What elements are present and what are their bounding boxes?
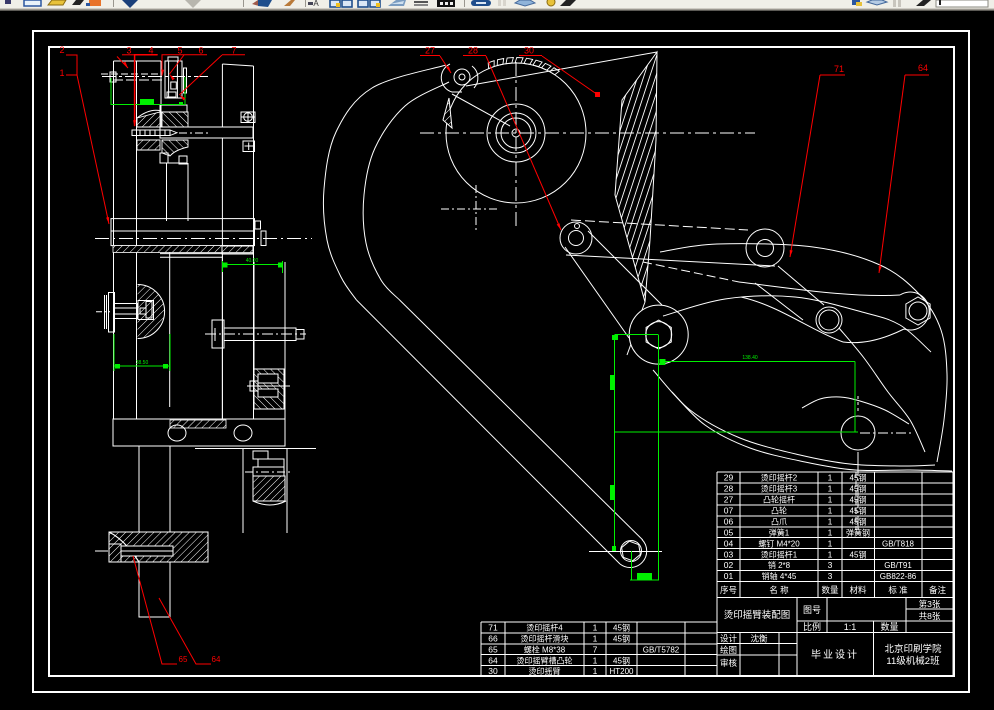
svg-text:2: 2 [59,45,64,55]
svg-text:45钢: 45钢 [850,516,867,526]
svg-text:45钢: 45钢 [850,495,867,505]
svg-text:6: 6 [198,46,203,56]
svg-text:烫印摇臂装配图: 烫印摇臂装配图 [724,609,791,621]
svg-text:1: 1 [593,623,598,633]
svg-text:45钢: 45钢 [613,655,630,665]
svg-text:05: 05 [724,527,734,537]
svg-text:A: A [313,0,319,8]
svg-text:凸轮: 凸轮 [771,505,787,515]
svg-text:45钢: 45钢 [613,634,630,644]
svg-text:02: 02 [724,560,734,570]
svg-text:共8张: 共8张 [919,611,941,621]
svg-text:45钢: 45钢 [850,505,867,515]
svg-text:04: 04 [724,538,734,548]
svg-text:27: 27 [724,495,734,505]
svg-text:3: 3 [126,46,131,56]
svg-text:65: 65 [179,655,188,664]
svg-text:凸爪: 凸爪 [771,517,787,526]
svg-text:图号: 图号 [803,605,821,615]
svg-text:28: 28 [468,46,478,56]
svg-text:38.50: 38.50 [136,360,149,366]
svg-text:1:1: 1:1 [844,622,857,632]
svg-text:数量: 数量 [821,585,839,595]
svg-text:40.00: 40.00 [246,258,259,264]
svg-text:3: 3 [828,560,833,570]
svg-text:65: 65 [488,644,498,654]
svg-text:GB822-86: GB822-86 [880,572,917,581]
svg-text:07: 07 [724,505,734,515]
svg-text:序号: 序号 [720,585,737,595]
svg-text:比例: 比例 [803,621,821,632]
svg-text:1: 1 [828,473,833,483]
svg-text:29: 29 [724,473,734,483]
svg-text:备注: 备注 [929,585,947,595]
svg-text:1: 1 [828,538,833,548]
svg-text:45钢: 45钢 [613,623,630,633]
svg-text:烫印摇杆2: 烫印摇杆2 [761,473,798,483]
svg-text:3: 3 [828,571,833,581]
svg-text:HT200: HT200 [609,667,634,676]
svg-text:弹簧1: 弹簧1 [769,527,790,537]
svg-text:5: 5 [177,46,182,56]
svg-text:烫印摇臂槽凸轮: 烫印摇臂槽凸轮 [517,655,573,665]
svg-text:01: 01 [724,571,734,581]
svg-text:7: 7 [593,644,598,654]
svg-text:数量: 数量 [880,621,898,632]
svg-text:设计: 设计 [720,634,738,644]
svg-text:03: 03 [724,549,734,559]
svg-text:烫印摇杆4: 烫印摇杆4 [526,623,563,633]
svg-text:1: 1 [593,666,598,676]
svg-text:1: 1 [593,634,598,644]
svg-text:螺钉 M4*20: 螺钉 M4*20 [758,538,800,548]
svg-text:71: 71 [488,623,498,633]
svg-text:名 称: 名 称 [769,585,789,595]
svg-text:06: 06 [724,516,734,526]
svg-text:11级机械2班: 11级机械2班 [886,655,940,667]
svg-text:1: 1 [828,484,833,494]
svg-text:7: 7 [231,46,236,56]
svg-text:28: 28 [724,484,734,494]
svg-text:138.40: 138.40 [742,355,758,361]
svg-text:1: 1 [828,549,833,559]
svg-text:沈衡: 沈衡 [750,634,768,644]
svg-text:螺栓 M8*38: 螺栓 M8*38 [524,644,566,654]
svg-text:审核: 审核 [720,658,738,668]
svg-text:GB/T5782: GB/T5782 [643,645,680,654]
svg-text:第3张: 第3张 [919,599,941,609]
svg-text:45钢: 45钢 [850,549,867,559]
svg-text:烫印摇臂: 烫印摇臂 [529,666,561,676]
svg-text:销 2*8: 销 2*8 [768,560,791,570]
svg-text:弹簧钢: 弹簧钢 [846,527,870,537]
svg-text:材料: 材料 [849,585,867,595]
svg-text:绘图: 绘图 [720,645,737,655]
svg-text:GB/T91: GB/T91 [884,561,912,570]
svg-text:64: 64 [488,655,498,665]
svg-text:27: 27 [425,46,435,56]
svg-text:毕业设计: 毕业设计 [811,648,859,661]
svg-text:45钢: 45钢 [850,484,867,494]
svg-text:30: 30 [488,666,498,676]
svg-text:64: 64 [918,63,928,73]
svg-text:北京印刷学院: 北京印刷学院 [884,643,942,655]
svg-text:64: 64 [212,655,221,664]
svg-text:1: 1 [828,527,833,537]
svg-text:30: 30 [524,46,534,56]
svg-text:71: 71 [834,64,844,74]
svg-text:1: 1 [828,505,833,515]
svg-text:销轴 4*45: 销轴 4*45 [762,571,797,581]
svg-text:GB/T818: GB/T818 [882,539,915,548]
svg-text:45钢: 45钢 [850,473,867,483]
svg-text:烫印摇杆3: 烫印摇杆3 [761,484,798,494]
svg-text:66: 66 [488,634,498,644]
svg-text:1: 1 [593,655,598,665]
svg-text:标 准: 标 准 [888,585,908,595]
svg-text:烫印摇杆1: 烫印摇杆1 [761,549,798,559]
svg-text:烫印摇杆滑块: 烫印摇杆滑块 [521,634,569,644]
svg-text:1: 1 [828,495,833,505]
svg-text:1: 1 [59,68,64,78]
svg-text:1: 1 [828,516,833,526]
svg-text:凸轮摇杆: 凸轮摇杆 [763,495,795,505]
